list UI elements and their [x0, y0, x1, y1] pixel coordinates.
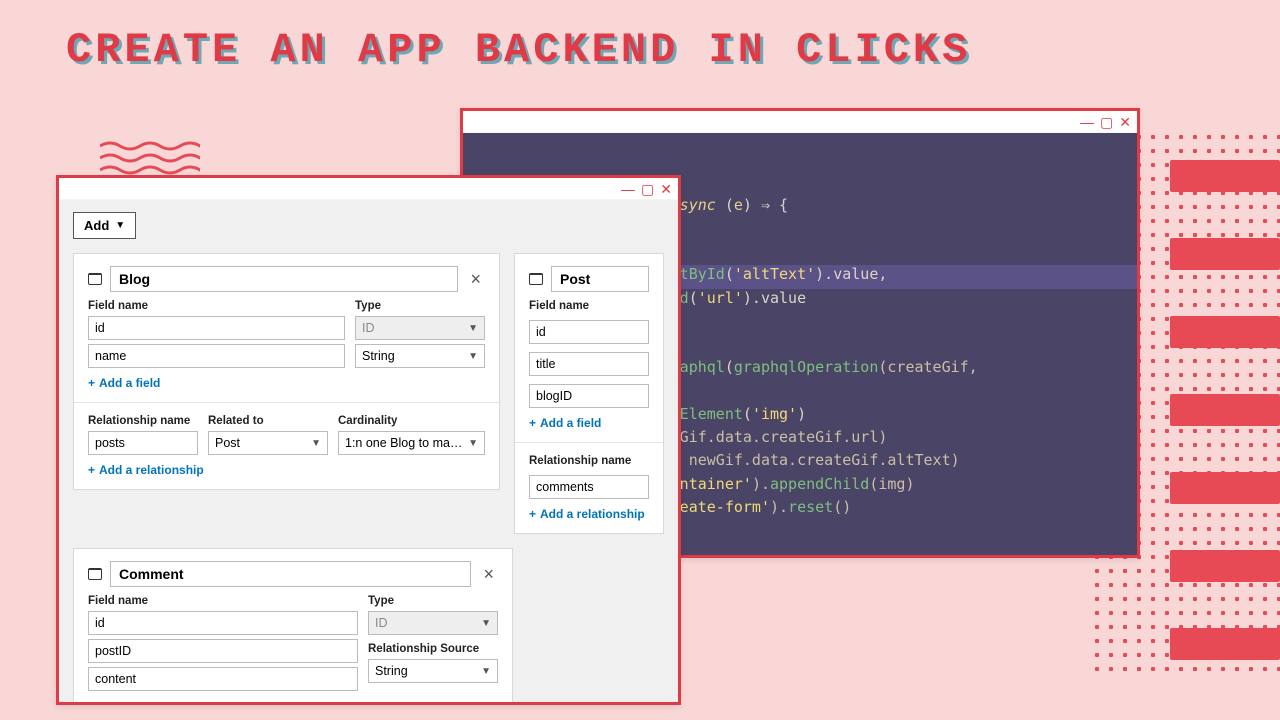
field-name-label: Field name [88, 300, 345, 312]
model-title-input[interactable] [551, 266, 649, 292]
cardinality-label: Cardinality [338, 415, 485, 427]
type-label: Type [355, 300, 485, 312]
table-icon [88, 273, 102, 285]
add-label: Add [84, 218, 109, 233]
related-to-label: Related to [208, 415, 328, 427]
field-name-input[interactable] [88, 344, 345, 368]
cardinality-select[interactable]: 1:n one Blog to ma…▼ [338, 431, 485, 455]
add-field-link[interactable]: Add a field [88, 376, 485, 390]
type-select[interactable]: String▼ [368, 659, 498, 683]
close-card-icon[interactable]: × [466, 269, 485, 290]
titlebar: — ▢ ✕ [59, 178, 678, 200]
rel-name-input[interactable] [88, 431, 198, 455]
data-model-window: — ▢ ✕ Add ▼ × Field name [56, 175, 681, 705]
maximize-icon[interactable]: ▢ [641, 182, 654, 196]
rel-name-input[interactable] [529, 475, 649, 499]
table-icon [88, 568, 102, 580]
add-field-link[interactable]: Add a field [529, 416, 649, 430]
model-title-input[interactable] [110, 266, 458, 292]
minimize-icon[interactable]: — [1080, 115, 1094, 129]
red-bars [1170, 160, 1280, 660]
close-icon[interactable]: ✕ [660, 182, 672, 196]
field-name-input[interactable] [88, 667, 358, 691]
field-name-input[interactable] [529, 352, 649, 376]
type-select[interactable]: ID▼ [368, 611, 498, 635]
related-to-select[interactable]: Post▼ [208, 431, 328, 455]
titlebar: — ▢ ✕ [463, 111, 1137, 133]
minimize-icon[interactable]: — [621, 182, 635, 196]
type-select[interactable]: String▼ [355, 344, 485, 368]
field-name-input[interactable] [88, 611, 358, 635]
type-label: Type [368, 595, 498, 607]
field-name-input[interactable] [529, 320, 649, 344]
field-name-input[interactable] [88, 639, 358, 663]
add-relationship-link[interactable]: Add a relationship [529, 507, 649, 521]
model-card-post: Field name Add a field Relationship name… [514, 253, 664, 534]
close-icon[interactable]: ✕ [1119, 115, 1131, 129]
field-name-input[interactable] [529, 384, 649, 408]
model-card-comment: × Field name Type ID▼ Relationship Sourc… [73, 548, 513, 702]
type-select[interactable]: ID▼ [355, 316, 485, 340]
rel-name-label: Relationship name [529, 455, 649, 467]
model-card-blog: × Field name Type ID▼ String▼ Add a fiel… [73, 253, 500, 490]
table-icon [529, 273, 543, 285]
add-button[interactable]: Add ▼ [73, 212, 136, 239]
model-title-input[interactable] [110, 561, 471, 587]
chevron-down-icon: ▼ [115, 220, 125, 231]
field-name-input[interactable] [88, 316, 345, 340]
field-name-label: Field name [88, 595, 358, 607]
rel-name-label: Relationship name [88, 415, 198, 427]
add-relationship-link[interactable]: Add a relationship [88, 463, 485, 477]
close-card-icon[interactable]: × [479, 564, 498, 585]
field-name-label: Field name [529, 300, 649, 312]
maximize-icon[interactable]: ▢ [1100, 115, 1113, 129]
page-headline: CREATE AN APP BACKEND IN CLICKS [66, 26, 971, 74]
rel-source-label: Relationship Source [368, 643, 498, 655]
